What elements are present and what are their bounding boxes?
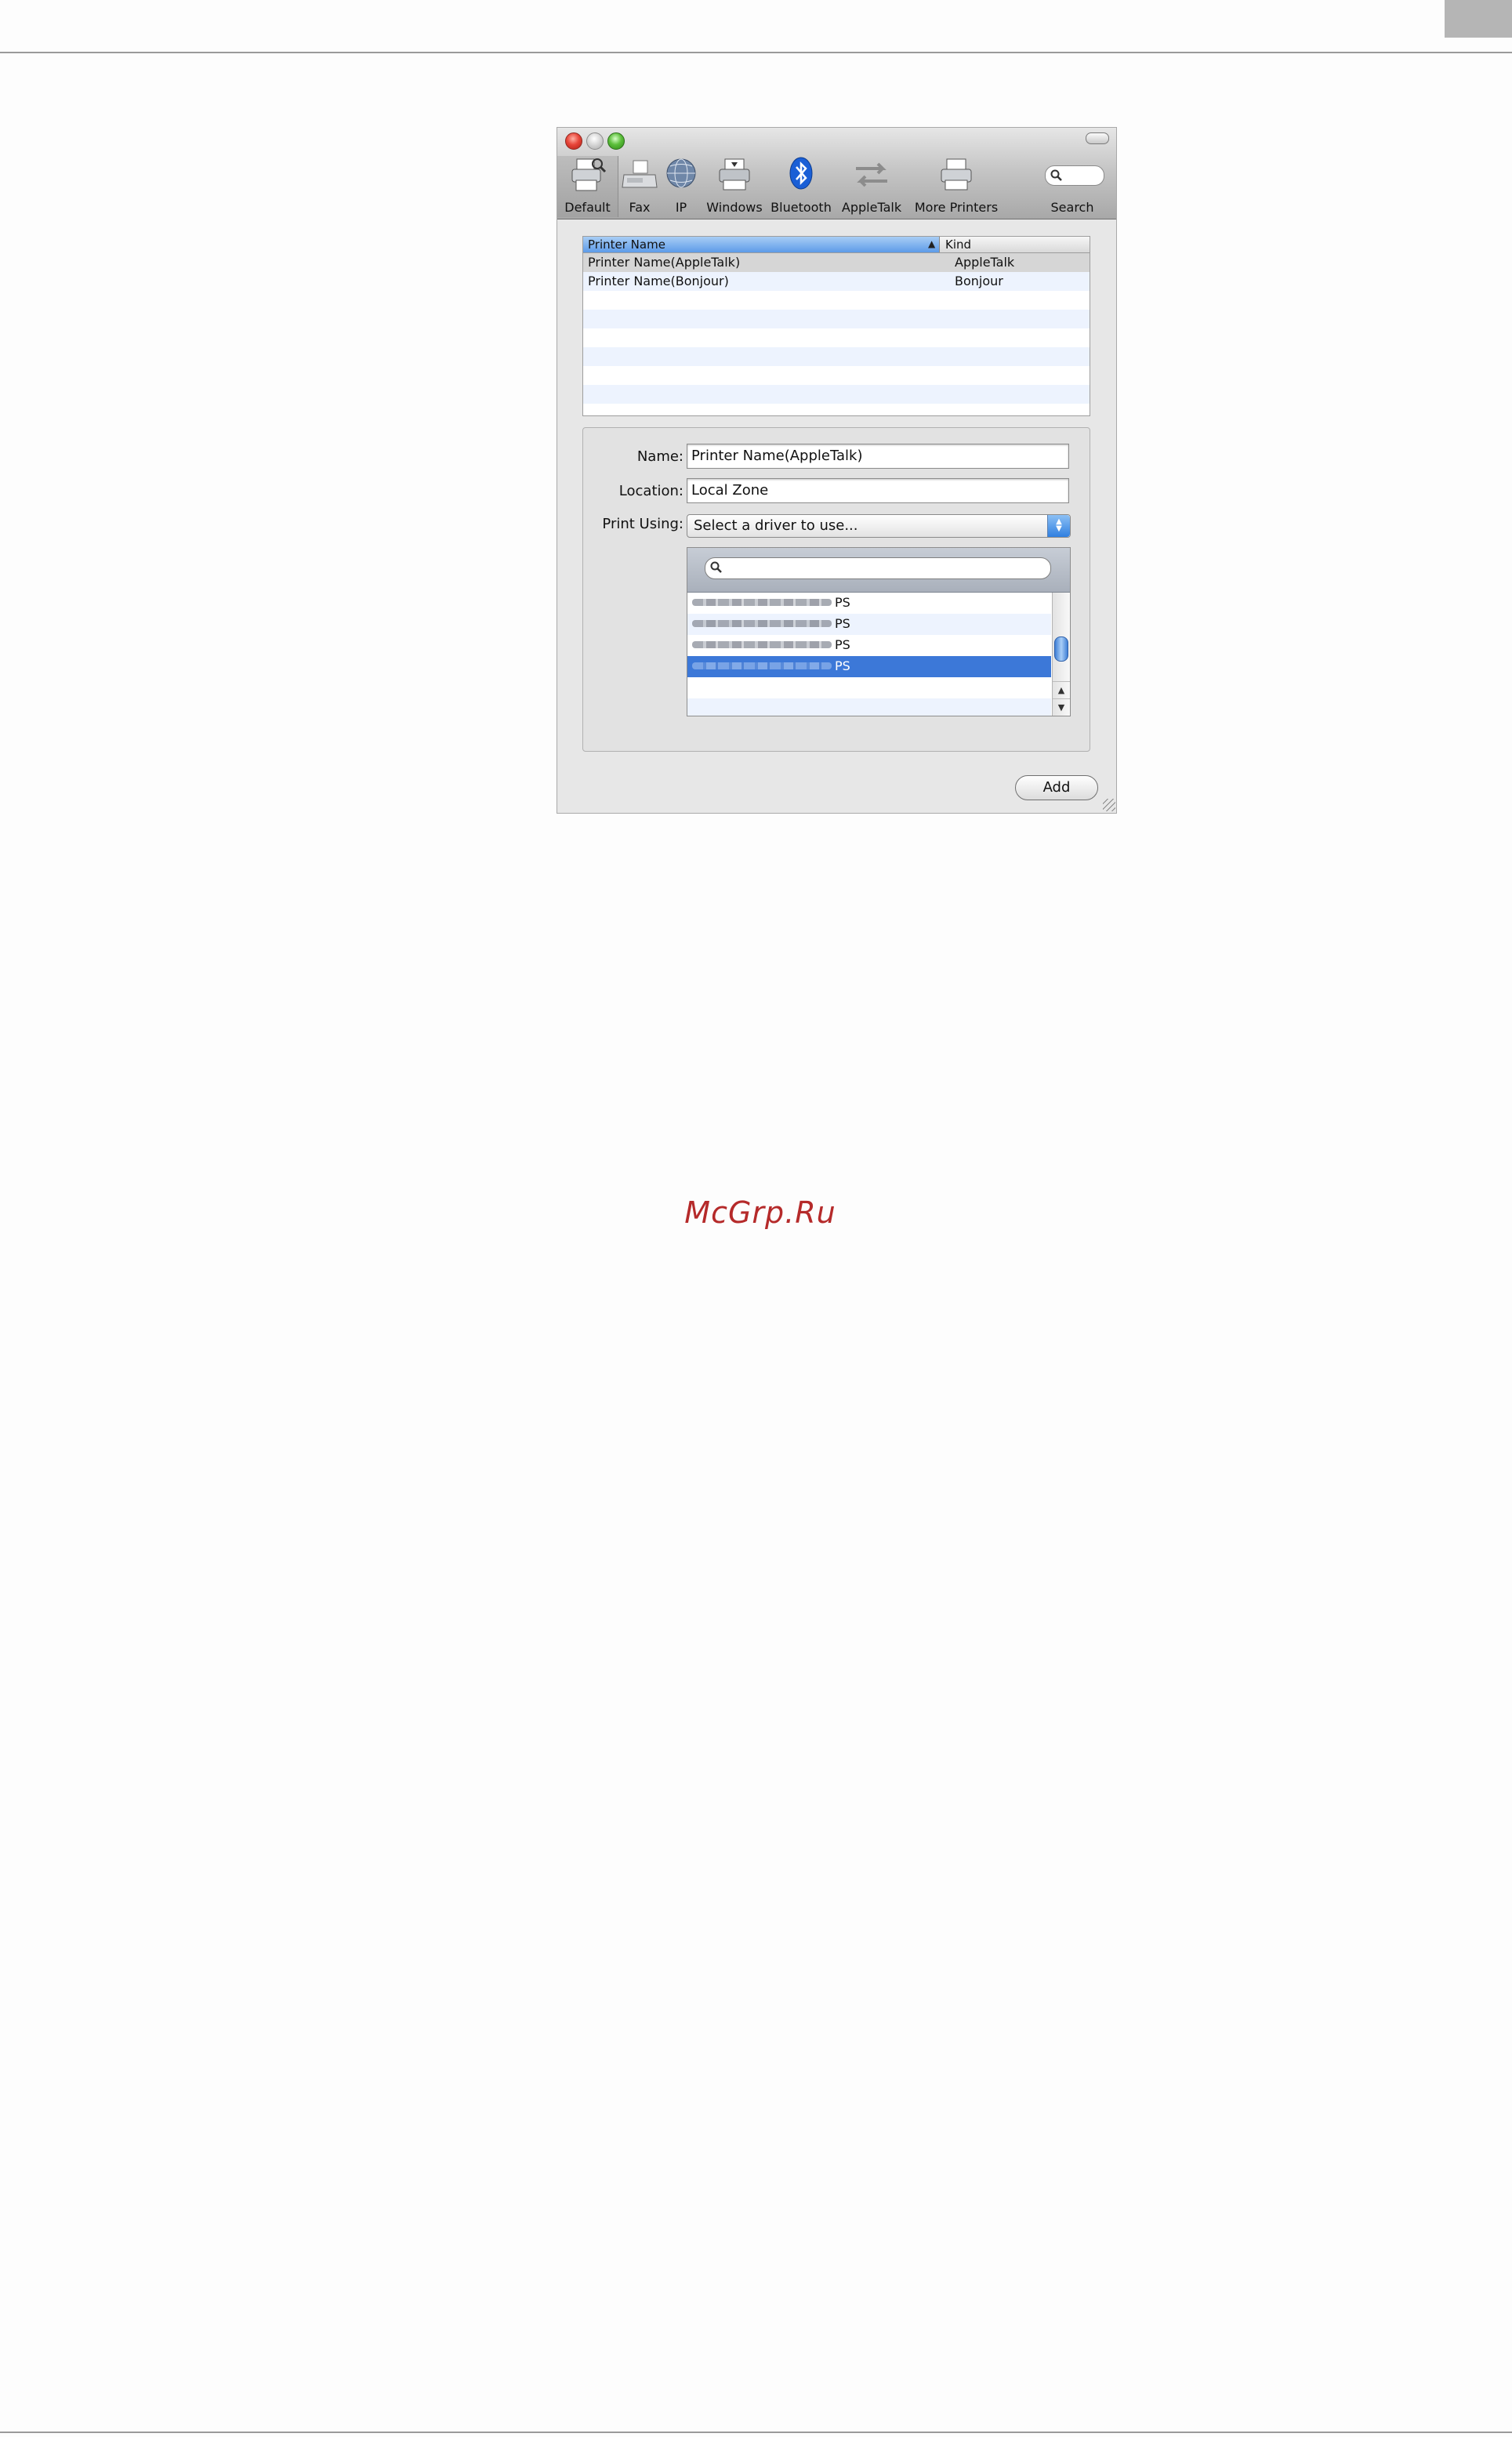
add-button[interactable]: Add: [1015, 775, 1098, 800]
name-label: Name:: [636, 448, 683, 465]
driver-row[interactable]: PS: [687, 593, 1051, 614]
toolbar-more-printers-label: More Printers: [914, 200, 999, 215]
scroll-down-arrow-icon[interactable]: ▼: [1053, 698, 1070, 716]
driver-row[interactable]: PS: [687, 614, 1051, 635]
name-field[interactable]: Printer Name(AppleTalk): [687, 444, 1069, 469]
toolbar-search-field[interactable]: [1045, 165, 1104, 186]
appletalk-arrows-icon: [856, 162, 887, 187]
page-top-rule: [0, 52, 1512, 53]
toolbar-search-label: Search: [1050, 200, 1094, 215]
scroll-up-arrow-icon[interactable]: ▲: [1053, 681, 1070, 699]
zoom-window-button[interactable]: [607, 132, 625, 150]
print-using-value: Select a driver to use...: [694, 517, 858, 534]
printer-row-kind: AppleTalk: [955, 255, 1015, 270]
column-printer-name-label: Printer Name: [588, 238, 665, 252]
printer-icon: [941, 158, 972, 190]
driver-row-selected[interactable]: PS: [687, 656, 1051, 677]
toolbar-default-label: Default: [564, 200, 611, 215]
printer-row-kind: Bonjour: [955, 274, 1003, 288]
add-printer-window: Default Fax IP Windows Bluetooth AppleTa…: [557, 127, 1117, 814]
toolbar-default-button[interactable]: Default: [557, 156, 618, 217]
printer-list[interactable]: Printer Name ▲ Kind Printer Name(AppleTa…: [582, 236, 1090, 416]
bluetooth-icon: [789, 157, 813, 190]
driver-row[interactable]: PS: [687, 635, 1051, 656]
fax-icon: [622, 160, 658, 188]
toolbar-windows-label: Windows: [706, 200, 763, 215]
driver-name-blurred: [692, 662, 832, 669]
toolbar-more-printers-button[interactable]: More Printers: [908, 156, 1004, 216]
column-kind[interactable]: Kind: [941, 237, 1090, 252]
toolbar-bluetooth-button[interactable]: Bluetooth: [767, 156, 835, 216]
minimize-window-button[interactable]: [586, 132, 604, 150]
location-label: Location:: [618, 483, 683, 499]
driver-search-bar: [687, 548, 1070, 593]
toolbar-ip-label: IP: [675, 200, 687, 215]
page-corner-tab: [1445, 0, 1512, 38]
toolbar-appletalk-label: AppleTalk: [841, 200, 902, 215]
printer-default-icon: [571, 158, 606, 191]
toolbar-bluetooth-label: Bluetooth: [771, 200, 832, 215]
toolbar-windows-button[interactable]: Windows: [703, 156, 766, 216]
printer-row-name: Printer Name(Bonjour): [588, 274, 729, 288]
empty-row: [583, 404, 1090, 415]
close-window-button[interactable]: [565, 132, 582, 150]
watermark-text: McGrp.Ru: [684, 1195, 836, 1230]
printer-list-header: Printer Name ▲ Kind: [583, 237, 1090, 253]
empty-row: [687, 677, 1051, 698]
print-using-label: Print Using:: [602, 516, 683, 532]
driver-search-field[interactable]: [705, 557, 1051, 579]
search-icon: [710, 561, 722, 573]
toolbar-ip-button[interactable]: IP: [662, 156, 701, 216]
printer-details-panel: Name: Printer Name(AppleTalk) Location: …: [582, 427, 1090, 752]
driver-name-blurred: [692, 620, 832, 627]
toolbar-appletalk-button[interactable]: AppleTalk: [836, 156, 907, 216]
toolbar-toggle-button[interactable]: [1086, 132, 1109, 144]
driver-list[interactable]: PS PS PS PS ▲ ▼: [687, 547, 1071, 716]
empty-row: [687, 698, 1051, 716]
toolbar-search[interactable]: Search: [1037, 156, 1108, 216]
scrollbar-thumb[interactable]: [1054, 636, 1068, 662]
driver-row-suffix: PS: [835, 658, 850, 673]
empty-row: [583, 385, 1090, 404]
select-stepper-icon: ▲ ▼: [1047, 515, 1070, 537]
location-field-value: Local Zone: [691, 482, 769, 499]
driver-row-suffix: PS: [835, 595, 850, 610]
page-bottom-rule: [0, 2432, 1512, 2433]
name-field-value: Printer Name(AppleTalk): [691, 448, 863, 464]
print-using-select[interactable]: Select a driver to use... ▲ ▼: [687, 514, 1071, 538]
printer-row-name: Printer Name(AppleTalk): [588, 255, 741, 270]
empty-row: [583, 328, 1090, 347]
empty-row: [583, 291, 1090, 310]
column-printer-name[interactable]: Printer Name: [583, 237, 940, 252]
sort-ascending-icon: ▲: [928, 238, 936, 249]
location-field[interactable]: Local Zone: [687, 478, 1069, 503]
column-kind-label: Kind: [945, 238, 972, 252]
driver-row-suffix: PS: [835, 616, 850, 631]
driver-name-blurred: [692, 641, 832, 648]
window-toolbar: Default Fax IP Windows Bluetooth AppleTa…: [557, 128, 1116, 219]
driver-row-suffix: PS: [835, 637, 850, 652]
driver-list-scrollbar[interactable]: ▲ ▼: [1052, 593, 1070, 716]
globe-icon: [666, 158, 696, 188]
resize-grip-icon[interactable]: [1103, 799, 1115, 811]
toolbar-fax-button[interactable]: Fax: [618, 156, 661, 216]
empty-row: [583, 310, 1090, 328]
driver-name-blurred: [692, 599, 832, 606]
search-icon: [1050, 169, 1062, 181]
windows-printer-icon: [719, 158, 750, 190]
empty-row: [583, 366, 1090, 385]
printer-row[interactable]: Printer Name(Bonjour) Bonjour: [583, 272, 1090, 291]
toolbar-fax-label: Fax: [629, 200, 651, 215]
printer-row[interactable]: Printer Name(AppleTalk) AppleTalk: [583, 253, 1090, 272]
empty-row: [583, 347, 1090, 366]
